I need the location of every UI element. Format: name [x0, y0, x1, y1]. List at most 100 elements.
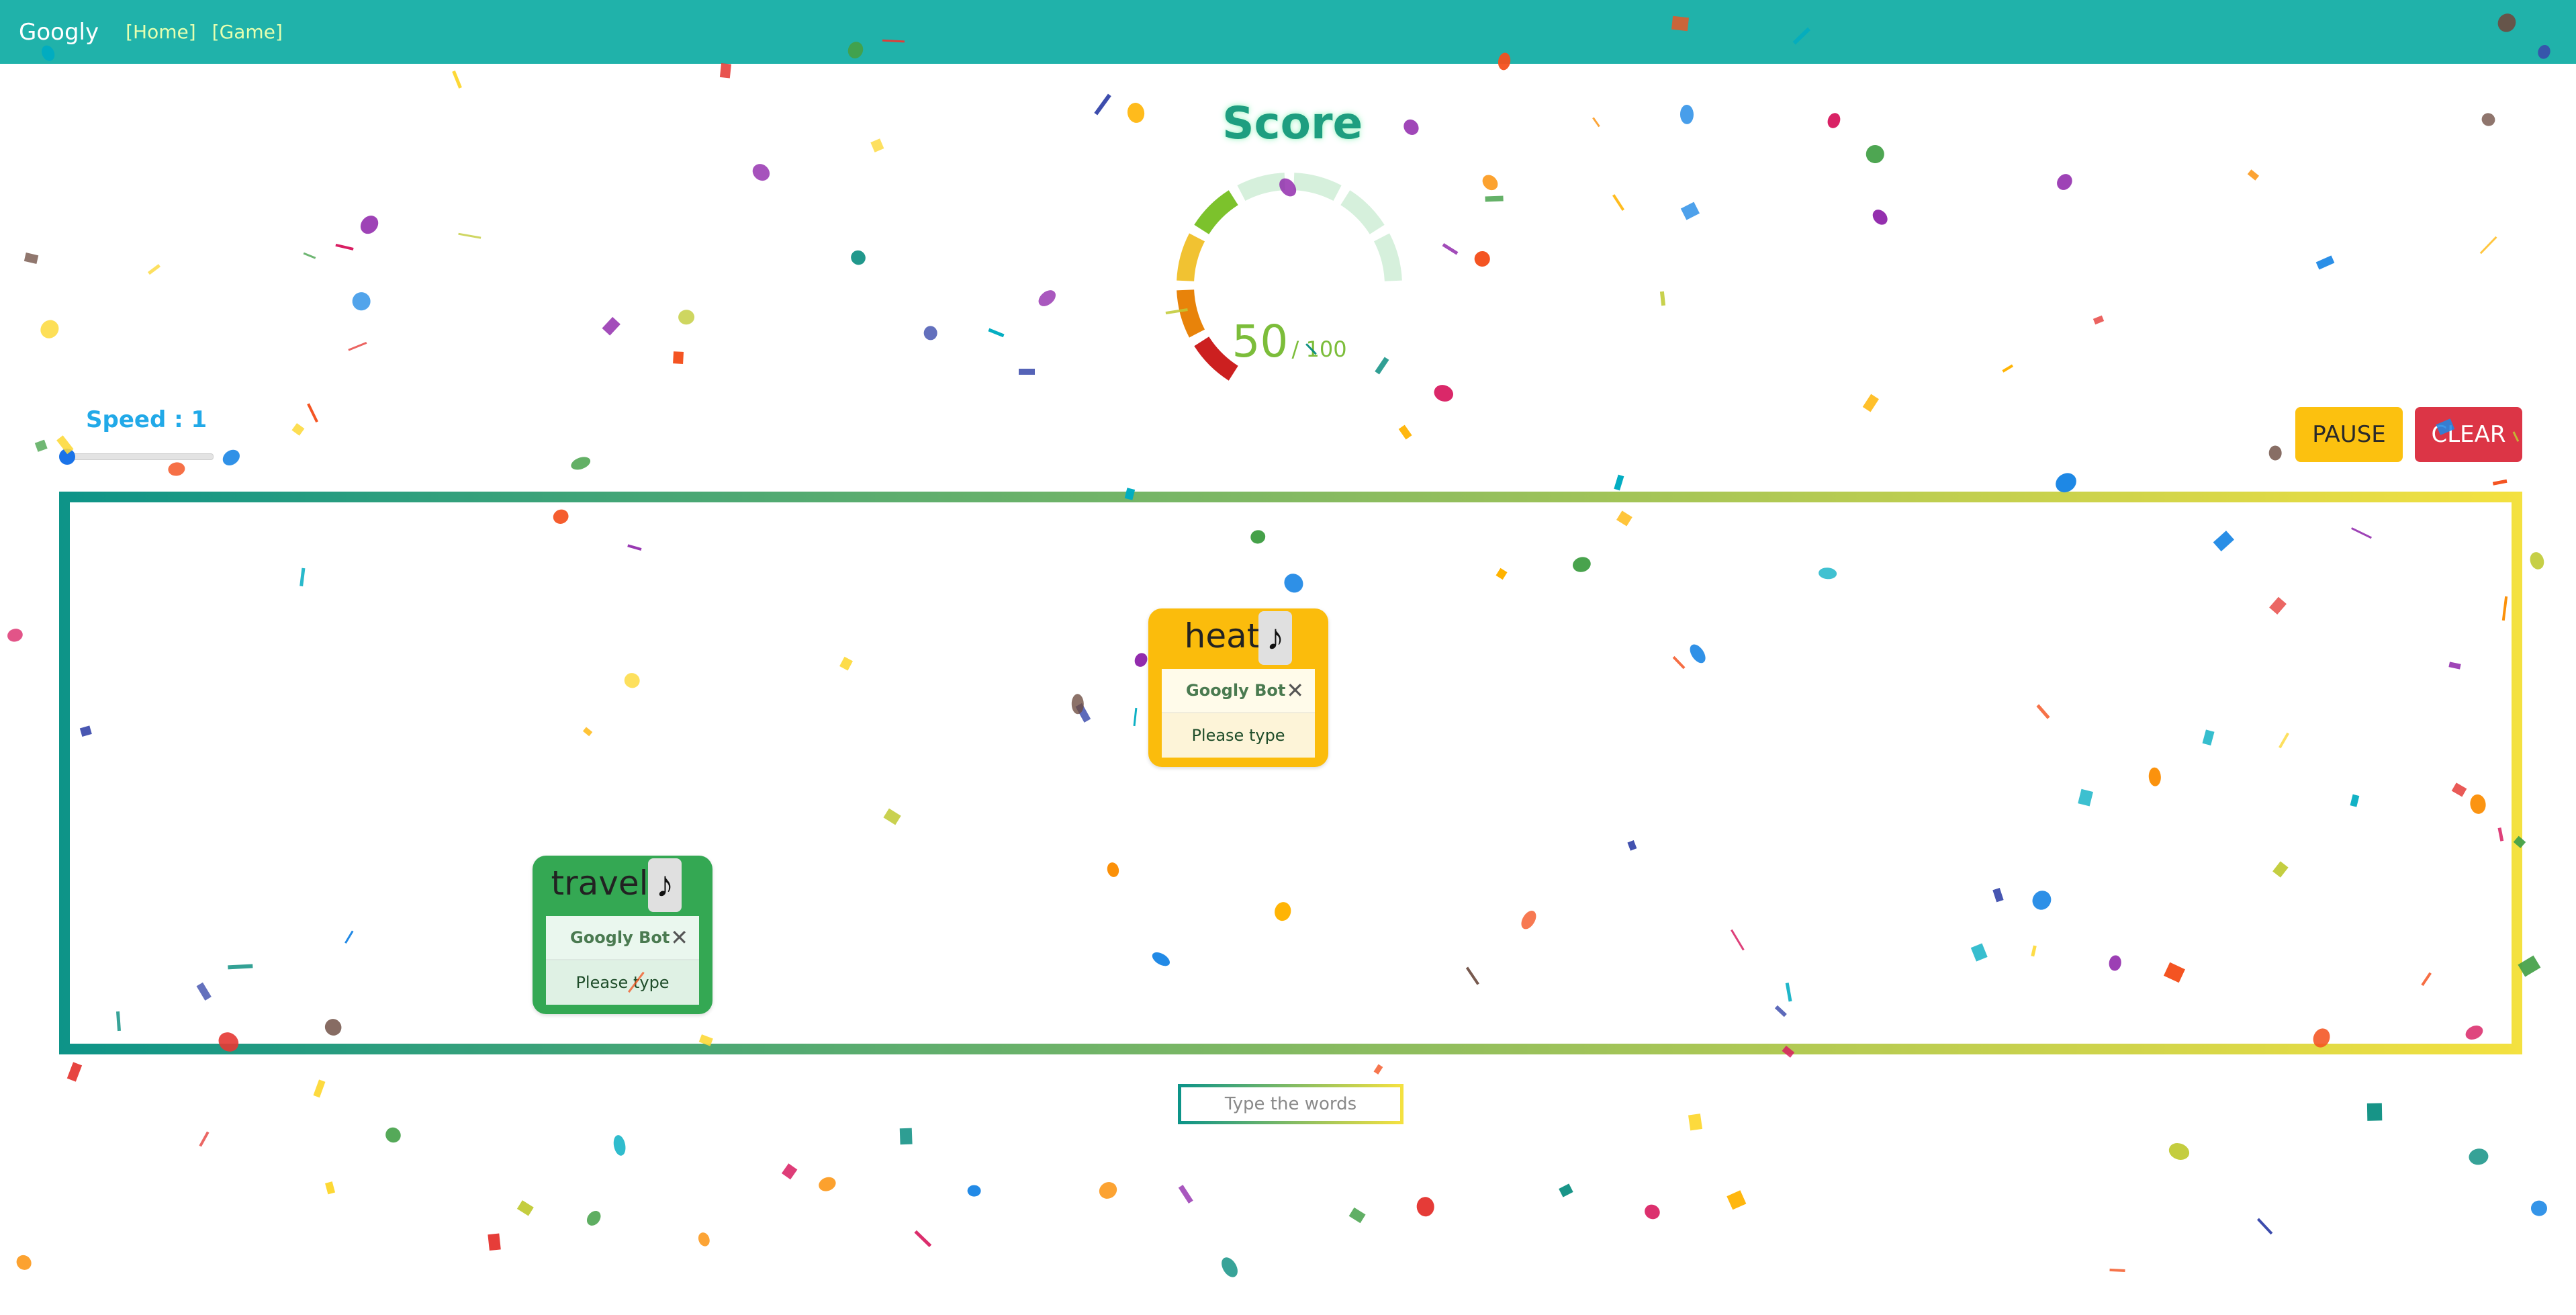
confetti-piece: [2257, 1218, 2273, 1235]
confetti-piece: [1473, 249, 1492, 269]
gauge-segment: [1237, 173, 1286, 201]
close-icon[interactable]: ✕: [670, 925, 688, 950]
confetti-piece: [2316, 255, 2335, 270]
speed-slider[interactable]: [59, 449, 214, 465]
confetti-piece: [569, 455, 592, 473]
confetti-piece: [2166, 1140, 2192, 1163]
score-gauge: [1177, 173, 1402, 381]
confetti-piece: [1035, 287, 1059, 310]
confetti-piece: [602, 317, 621, 336]
confetti-piece: [2054, 171, 2076, 193]
confetti-piece: [1096, 1179, 1120, 1202]
confetti-piece: [1825, 111, 1842, 130]
nav-link-home[interactable]: [Home]: [126, 21, 196, 43]
confetti-piece: [1094, 93, 1112, 116]
bot-name: Googly Bot: [570, 928, 670, 947]
confetti-piece: [1373, 1064, 1383, 1075]
confetti-piece: [2528, 550, 2546, 572]
confetti-piece: [967, 1184, 981, 1197]
confetti-piece: [5, 626, 24, 643]
confetti-piece: [291, 423, 305, 437]
confetti-piece: [719, 63, 731, 79]
confetti-piece: [678, 309, 695, 325]
gauge-segment: [1194, 190, 1238, 234]
confetti-piece: [357, 212, 382, 238]
confetti-piece: [24, 253, 39, 265]
confetti-piece: [2530, 1200, 2548, 1217]
confetti-piece: [914, 1230, 932, 1248]
bot-message: Please type: [546, 960, 699, 1005]
confetti-piece: [34, 439, 48, 453]
confetti-piece: [1018, 369, 1035, 375]
confetti-piece: [2468, 1146, 2490, 1166]
confetti-piece: [2248, 169, 2260, 180]
confetti-piece: [516, 1199, 535, 1216]
confetti-piece: [451, 71, 462, 89]
gauge-segment: [1373, 233, 1402, 282]
confetti-piece: [2109, 1269, 2125, 1273]
confetti-piece: [350, 289, 373, 313]
confetti-piece: [1727, 1190, 1747, 1210]
music-note-icon[interactable]: ♪: [648, 858, 682, 912]
speed-slider-thumb[interactable]: [59, 449, 75, 465]
confetti-piece: [1680, 201, 1700, 220]
falling-word: travel: [551, 864, 649, 903]
gauge-segment: [1177, 233, 1205, 282]
bot-popup: Googly Bot ✕ Please type: [546, 916, 699, 1005]
confetti-piece: [781, 1163, 798, 1179]
clear-button[interactable]: CLEAR: [2415, 407, 2522, 462]
confetti-piece: [1862, 394, 1879, 412]
confetti-piece: [2268, 445, 2282, 461]
confetti-piece: [220, 447, 243, 469]
confetti-piece: [584, 1208, 604, 1229]
confetti-piece: [335, 243, 354, 251]
nav-link-game[interactable]: [Game]: [212, 21, 283, 43]
confetti-piece: [1641, 1201, 1663, 1222]
confetti-piece: [167, 461, 186, 477]
confetti-piece: [488, 1233, 501, 1251]
confetti-piece: [1870, 207, 1891, 228]
confetti-piece: [1479, 171, 1501, 193]
confetti-piece: [1559, 1183, 1573, 1197]
confetti-piece: [2493, 479, 2508, 486]
confetti-piece: [696, 1230, 712, 1249]
bot-message: Please type: [1162, 713, 1315, 758]
score-value: 50: [1232, 316, 1289, 367]
confetti-piece: [1485, 195, 1504, 202]
score-title: Score: [1222, 97, 1363, 149]
confetti-piece: [348, 341, 367, 351]
close-icon[interactable]: ✕: [1286, 678, 1304, 703]
confetti-piece: [303, 252, 316, 259]
score-readout: 50 / 100: [1209, 316, 1370, 367]
word-input[interactable]: [1178, 1084, 1404, 1124]
confetti-piece: [382, 1124, 404, 1146]
confetti-piece: [988, 328, 1005, 338]
music-note-icon[interactable]: ♪: [1258, 611, 1292, 665]
confetti-piece: [816, 1175, 838, 1193]
confetti-piece: [1400, 116, 1422, 138]
confetti-piece: [1348, 1207, 1366, 1224]
pause-button[interactable]: PAUSE: [2295, 407, 2403, 462]
confetti-piece: [2093, 316, 2105, 325]
confetti-piece: [1125, 101, 1146, 124]
confetti-piece: [923, 326, 938, 341]
confetti-piece: [1688, 1114, 1702, 1131]
bot-popup-header: Googly Bot ✕: [1162, 669, 1315, 713]
confetti-piece: [1442, 242, 1459, 255]
bot-popup-header: Googly Bot ✕: [546, 916, 699, 960]
confetti-piece: [313, 1079, 325, 1098]
confetti-piece: [2002, 364, 2014, 373]
confetti-piece: [199, 1131, 210, 1147]
confetti-piece: [2479, 236, 2497, 255]
brand-logo[interactable]: Googly: [19, 19, 99, 46]
confetti-piece: [2366, 1103, 2382, 1121]
speed-slider-track[interactable]: [59, 453, 214, 460]
confetti-piece: [1660, 291, 1666, 307]
confetti-piece: [1614, 474, 1624, 491]
confetti-piece: [749, 160, 774, 184]
gauge-segment: [1177, 289, 1205, 338]
confetti-piece: [458, 232, 481, 239]
confetti-piece: [848, 247, 869, 269]
confetti-piece: [1179, 1184, 1194, 1204]
bot-popup: Googly Bot ✕ Please type: [1162, 669, 1315, 758]
